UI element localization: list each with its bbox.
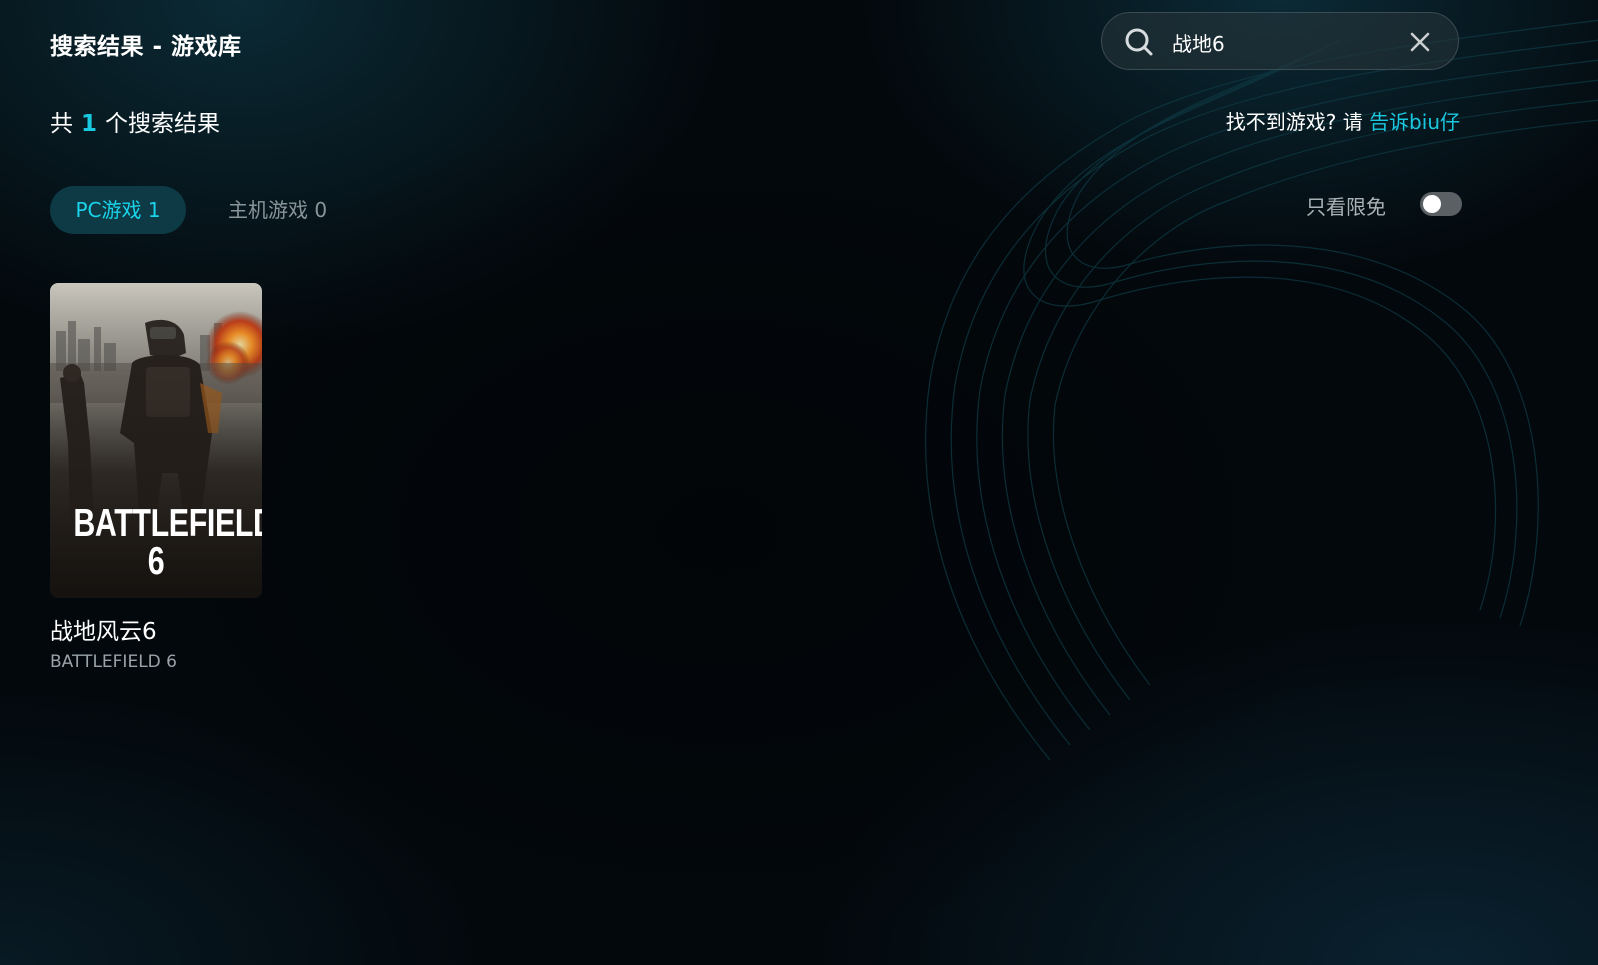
close-icon[interactable] [1408, 30, 1432, 54]
free-filter-label: 只看限免 [1306, 195, 1386, 219]
cover-logo-line2: 6 [147, 540, 165, 583]
result-count-suffix: 个搜索结果 [105, 111, 221, 137]
game-cover: BATTLEFIELD™ 6 [50, 283, 262, 598]
search-box[interactable] [1101, 12, 1459, 70]
game-cover-logo: BATTLEFIELD™ 6 [73, 504, 262, 583]
free-filter-toggle[interactable] [1420, 192, 1462, 216]
tab-pc-games[interactable]: PC游戏 1 [50, 186, 186, 234]
game-title: 战地风云6 [50, 619, 157, 645]
result-count-prefix: 共 [50, 111, 73, 137]
search-icon [1125, 28, 1153, 56]
result-count: 共 1 个搜索结果 [50, 104, 220, 138]
feedback-text: 找不到游戏? 请 [1225, 110, 1363, 134]
tab-console-games[interactable]: 主机游戏 0 [228, 186, 327, 234]
page-title: 搜索结果 - 游戏库 [50, 34, 242, 60]
game-card[interactable]: BATTLEFIELD™ 6 战地风云6 BATTLEFIELD 6 [50, 283, 262, 672]
game-subtitle: BATTLEFIELD 6 [50, 652, 177, 672]
cover-logo-line1: BATTLEFIELD [73, 502, 262, 545]
feedback-link[interactable]: 告诉biu仔 [1369, 110, 1460, 134]
result-count-number: 1 [81, 111, 98, 137]
feedback: 找不到游戏? 请 告诉biu仔 [1226, 106, 1460, 135]
toggle-knob [1423, 195, 1441, 213]
search-input[interactable] [1172, 25, 1392, 59]
